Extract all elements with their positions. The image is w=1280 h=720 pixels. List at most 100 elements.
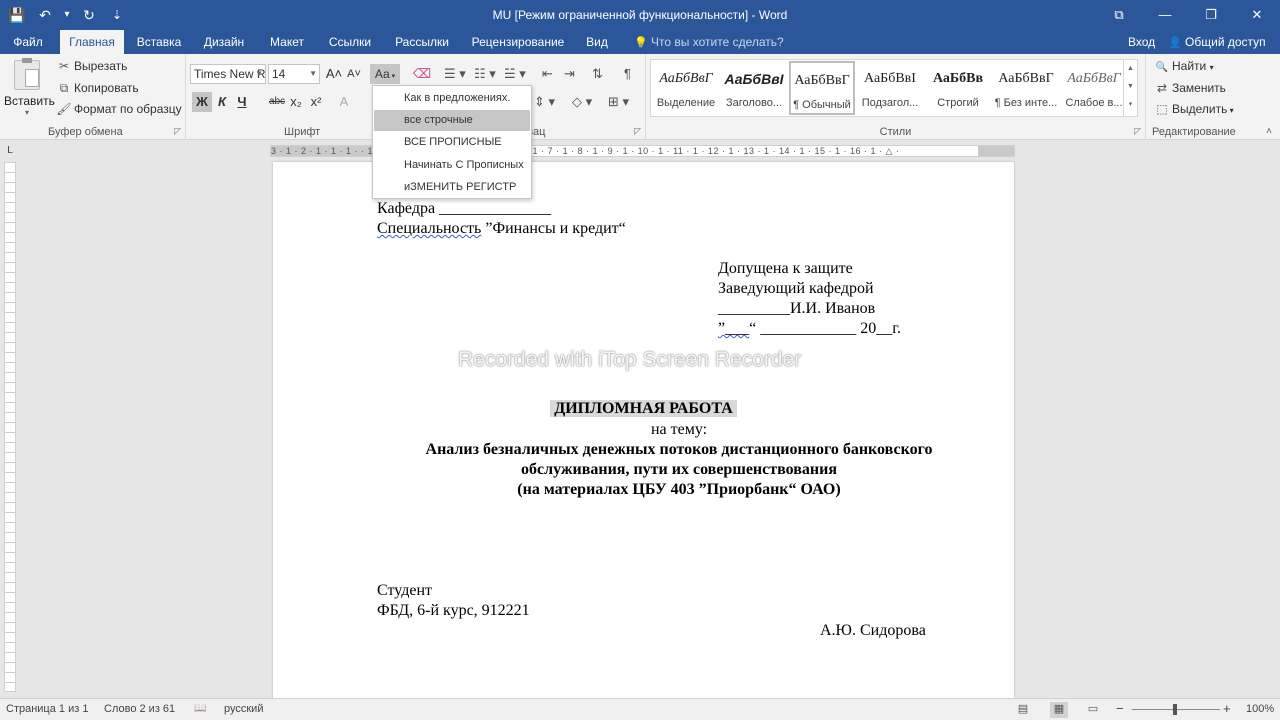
style-preview: АаБбВвГ (998, 71, 1054, 86)
zoom-slider-thumb[interactable] (1173, 704, 1177, 715)
style-no-spacing[interactable]: АаБбВвГ ¶ Без инте... (993, 61, 1059, 115)
dialog-launcher-icon[interactable]: ◸ (1134, 126, 1141, 137)
vertical-ruler[interactable] (4, 162, 16, 692)
sort-icon[interactable]: ⇅ (592, 64, 603, 84)
language-indicator[interactable]: русский (224, 703, 263, 715)
pilcrow-icon[interactable]: ¶ (624, 64, 631, 84)
case-menu-item-uppercase[interactable]: ВСЕ ПРОПИСНЫЕ (374, 132, 530, 153)
select-label: Выделить (1172, 102, 1228, 116)
numbering-icon[interactable]: ☷ ▾ (474, 64, 496, 84)
style-subtitle[interactable]: АаБбВвІ Подзагол... (857, 61, 923, 115)
print-layout-icon[interactable]: ▦ (1050, 702, 1068, 718)
tab-home[interactable]: Главная (60, 30, 124, 54)
tab-view[interactable]: Вид (580, 30, 614, 54)
minimize-button[interactable]: — (1142, 0, 1188, 30)
student-label: Студент (377, 582, 433, 599)
status-bar: Страница 1 из 1 Слово 2 из 61 📖 русский … (0, 698, 1280, 720)
style-name: Заголово... (725, 97, 783, 109)
read-mode-icon[interactable]: ▤ (1014, 702, 1032, 718)
style-preview: АаБбВвГ (794, 73, 850, 88)
increase-indent-icon[interactable]: ⇥ (564, 64, 575, 84)
style-preview: АаБбВвІ (724, 71, 784, 87)
student-name: А.Ю. Сидорова (820, 622, 926, 639)
page-count[interactable]: Страница 1 из 1 (6, 703, 88, 715)
italic-button[interactable]: К (212, 92, 232, 112)
zoom-out-button[interactable]: − (1116, 701, 1124, 716)
copy-button[interactable]: ⧉ Копировать (56, 81, 139, 96)
chevron-down-icon: ▾ (1209, 63, 1214, 72)
case-menu-item-capitalize[interactable]: Начинать С Прописных (374, 155, 530, 176)
tab-references[interactable]: Ссылки (322, 30, 378, 54)
strikethrough-button[interactable]: abc (266, 92, 288, 112)
topic-line-2: обслуживания, пути их совершенствования (521, 461, 837, 478)
restore-button[interactable]: ❐ (1188, 0, 1234, 30)
text-effects-button[interactable]: A (334, 92, 354, 112)
shading-icon[interactable]: ◇ ▾ (572, 92, 592, 112)
grow-font-button[interactable]: A˄ (324, 64, 344, 84)
decrease-indent-icon[interactable]: ⇤ (542, 64, 553, 84)
style-preview: АаБбВвІ (864, 71, 916, 86)
on-topic-line: на тему: (650, 421, 708, 438)
format-painter-button[interactable]: 🖌 Формат по образцу (56, 102, 182, 116)
borders-icon[interactable]: ⊞ ▾ (608, 92, 629, 112)
paste-button[interactable]: Вставить ▾ (4, 58, 55, 120)
topic-line-1: Анализ безналичных денежных потоков дист… (425, 441, 933, 458)
shrink-font-button[interactable]: A˅ (344, 64, 364, 84)
editing-group: 🔍 Найти ▾ ⇄ Заменить ⬚ Выделить ▾ Редактиро… (1146, 54, 1280, 140)
tab-selector[interactable]: L (4, 145, 16, 157)
dialog-launcher-icon[interactable]: ◸ (634, 126, 641, 137)
approval-line-3: _________И.И. Иванов (718, 300, 876, 317)
style-heading[interactable]: АаБбВвІ Заголово... (721, 61, 787, 115)
change-case-button[interactable]: Аа ▾ (370, 64, 400, 84)
case-menu-item-lowercase[interactable]: все строчные (374, 110, 530, 131)
tab-mailings[interactable]: Рассылки (388, 30, 456, 54)
case-menu-item-sentence[interactable]: Как в предложениях. (374, 88, 530, 109)
line-spacing-icon[interactable]: ⇕ ▾ (534, 92, 555, 112)
style-name: Строгий (937, 97, 979, 109)
word-count[interactable]: Слово 2 из 61 (104, 703, 175, 715)
tell-me-search[interactable]: 💡 Что вы хотите сделать? (634, 30, 784, 54)
case-menu-item-toggle[interactable]: иЗМЕНИТЬ РЕГИСТР (374, 177, 530, 198)
paintbrush-icon: 🖌 (56, 102, 72, 116)
style-subtle-emphasis[interactable]: АаБбВвГ Слабое в... (1061, 61, 1127, 115)
tab-layout[interactable]: Макет (262, 30, 312, 54)
zoom-level[interactable]: 100% (1246, 703, 1274, 715)
document-page[interactable]: Кафедра ______________ Специальность ”Фи… (273, 162, 1014, 698)
style-name: ¶ Обычный (793, 99, 851, 111)
clear-formatting-button[interactable]: ⌫ (412, 64, 432, 84)
superscript-button[interactable]: x² (306, 92, 326, 112)
person-icon: 👤 (1168, 37, 1182, 49)
tab-file[interactable]: Файл (0, 30, 56, 54)
tab-review[interactable]: Рецензирование (466, 30, 570, 54)
zoom-in-button[interactable]: + (1223, 701, 1231, 716)
style-normal[interactable]: АаБбВвГ ¶ Обычный (789, 61, 855, 115)
close-button[interactable]: ✕ (1234, 0, 1280, 30)
share-button[interactable]: 👤 Общий доступ (1168, 30, 1266, 54)
vertical-ruler-ticks (5, 163, 15, 691)
style-emphasis[interactable]: АаБбВвГ Выделение (653, 61, 719, 115)
styles-scroll[interactable]: ▲ ▼ ▾ (1123, 60, 1137, 116)
tell-me-text: Что вы хотите сделать? (651, 35, 784, 49)
subscript-button[interactable]: x₂ (286, 92, 306, 112)
cut-button[interactable]: ✂ Вырезать (56, 59, 127, 73)
sign-in-link[interactable]: Вход (1128, 30, 1155, 54)
multilevel-list-icon[interactable]: ☱ ▾ (504, 64, 526, 84)
web-layout-icon[interactable]: ▭ (1084, 702, 1102, 718)
bold-button[interactable]: Ж (192, 92, 212, 112)
specialty-word: Специальность (377, 220, 482, 237)
select-button[interactable]: ⬚ Выделить ▾ (1154, 102, 1233, 116)
style-strong[interactable]: АаБбВв Строгий (925, 61, 991, 115)
proofing-icon[interactable]: 📖 (194, 703, 206, 714)
collapse-ribbon-icon[interactable]: ˄ (1266, 126, 1272, 137)
find-button[interactable]: 🔍 Найти ▾ (1154, 59, 1214, 73)
dialog-launcher-icon[interactable]: ◸ (174, 126, 181, 137)
ribbon-display-options-button[interactable]: ⧉ (1096, 0, 1142, 30)
format-painter-label: Формат по образцу (74, 102, 182, 116)
underline-button[interactable]: Ч (232, 92, 252, 112)
bullets-icon[interactable]: ☰ ▾ (444, 64, 466, 84)
font-name-box[interactable]: Times New R ▼ (190, 64, 266, 84)
tab-design[interactable]: Дизайн (196, 30, 252, 54)
replace-button[interactable]: ⇄ Заменить (1154, 81, 1226, 95)
tab-insert[interactable]: Вставка (130, 30, 188, 54)
font-size-box[interactable]: 14 ▼ (268, 64, 320, 84)
